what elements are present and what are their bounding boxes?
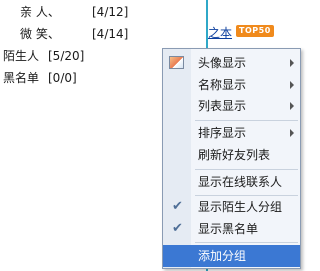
menu-item-label: 刷新好友列表 [198,148,271,162]
checkmark-icon: ✔ [172,221,183,236]
group-strangers-name[interactable]: 陌生人 [3,49,39,63]
menu-item-avatar-display[interactable]: 头像显示 [163,53,300,73]
menu-separator [195,242,298,243]
menu-item-name-display[interactable]: 名称显示 [163,75,300,95]
submenu-arrow-icon [290,129,294,137]
group-blacklist-name[interactable]: 黑名单 [3,71,39,85]
menu-item-show-online[interactable]: 显示在线联系人 [163,172,300,192]
menu-item-label: 名称显示 [198,78,247,92]
menu-item-show-blacklist[interactable]: ✔ 显示黑名单 [163,219,300,239]
menu-item-label: 显示陌生人分组 [198,200,283,214]
menu-item-label: 显示在线联系人 [198,175,283,189]
submenu-arrow-icon [290,59,294,67]
group-family-count: [4/12] [92,5,129,19]
menu-item-add-group[interactable]: 添加分组 [163,245,300,267]
menu-item-label: 排序显示 [198,126,247,140]
context-menu: 头像显示 名称显示 列表显示 排序显示 刷新好友列表 显示在线联系人 ✔ 显示陌… [162,48,301,269]
group-smile-name[interactable]: 微 笑、 [20,27,60,41]
group-family-name[interactable]: 亲 人、 [20,5,60,19]
right-panel-link[interactable]: 之本 [208,26,232,40]
group-smile-count: [4/14] [92,27,129,41]
group-strangers-count: [5/20] [48,49,85,63]
menu-item-label: 添加分组 [198,249,247,263]
menu-item-list-display[interactable]: 列表显示 [163,96,300,116]
menu-separator [195,120,298,121]
submenu-arrow-icon [290,81,294,89]
top-badge: TOP50 [236,25,274,37]
menu-item-label: 列表显示 [198,99,247,113]
menu-item-refresh-friends[interactable]: 刷新好友列表 [163,145,300,165]
menu-item-sort-display[interactable]: 排序显示 [163,123,300,143]
avatar-icon [169,56,184,69]
menu-separator [195,195,298,196]
checkmark-icon: ✔ [172,199,183,214]
menu-item-label: 头像显示 [198,56,247,70]
group-blacklist-count: [0/0] [48,71,77,85]
menu-item-show-strangers[interactable]: ✔ 显示陌生人分组 [163,197,300,217]
submenu-arrow-icon [290,102,294,110]
menu-separator [195,169,298,170]
menu-item-label: 显示黑名单 [198,222,259,236]
